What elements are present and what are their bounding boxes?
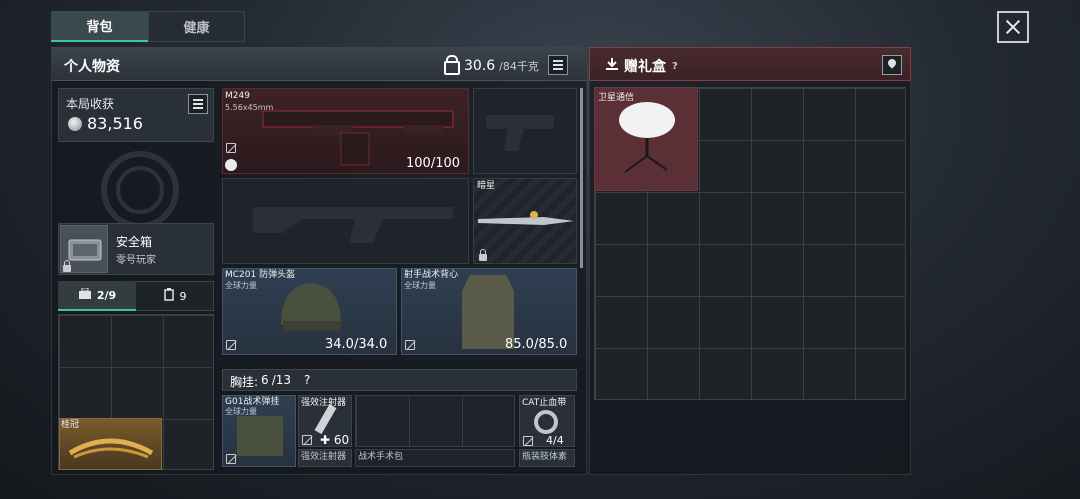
- helmet-durability: 34.0/34.0: [325, 337, 388, 352]
- safebox-sub: 零号玩家: [116, 255, 156, 266]
- tourniquet-sub: 瓶装肢体素: [522, 452, 568, 462]
- injector-count-display: ✚ 60: [320, 433, 350, 447]
- income-value: 83,516: [87, 114, 143, 133]
- rig-empty-slots[interactable]: [355, 395, 515, 447]
- laurel-label: 桂冠: [61, 420, 80, 430]
- scrollbar[interactable]: [580, 88, 583, 268]
- weight-current: 30.6: [464, 57, 496, 74]
- safebox-lock-icon: [63, 260, 71, 272]
- tab-backpack[interactable]: 背包: [51, 11, 148, 42]
- chest-rig-count: 6: [261, 373, 269, 387]
- injector-no-swap-icon: [302, 435, 312, 445]
- weight-icon: [444, 55, 460, 75]
- tourniquet-name: CAT止血带: [522, 398, 567, 408]
- vest-durability: 85.0/85.0: [505, 337, 568, 352]
- surgery-kit-label: 战术手术包: [358, 452, 404, 462]
- backpack-icon: [78, 287, 92, 303]
- injector-sub: 强效注射器: [301, 452, 347, 462]
- tab-rig[interactable]: 9: [136, 281, 214, 311]
- helmet-no-swap-icon: [226, 340, 236, 350]
- income-list-button[interactable]: [188, 94, 208, 114]
- pistol-placeholder-icon: [486, 115, 554, 151]
- melee-lock-icon: [479, 249, 487, 261]
- rifle-placeholder-icon: [253, 207, 453, 243]
- safebox-name: 安全箱: [116, 235, 153, 249]
- bag-count: 2/9: [96, 288, 117, 302]
- emblem-watermark: [101, 151, 179, 229]
- helmet-brand: 全球力量: [225, 281, 257, 290]
- primary-name: M249: [225, 91, 250, 101]
- tourniquet-no-swap-icon: [523, 436, 533, 446]
- help-icon[interactable]: ?: [304, 373, 310, 390]
- secondary-weapon-slot[interactable]: [222, 178, 469, 264]
- melee-name: 暗星: [477, 181, 496, 191]
- satellite-dish-icon: [619, 102, 675, 173]
- injector-count: 60: [333, 433, 350, 447]
- weight-max: /84千克: [499, 59, 539, 73]
- vest-no-swap-icon: [405, 340, 415, 350]
- satellite-label: 卫星通信: [598, 93, 635, 103]
- sort-list-button[interactable]: [548, 55, 568, 75]
- personal-title: 个人物资: [64, 59, 120, 75]
- rig-icon: [163, 288, 174, 304]
- download-icon: [606, 58, 618, 74]
- rig-item-brand: 全球力量: [225, 407, 257, 416]
- no-swap-icon: [226, 143, 236, 153]
- gift-help-icon[interactable]: ?: [672, 61, 678, 72]
- income-title: 本局收获: [66, 97, 115, 111]
- vest-brand: 全球力量: [404, 281, 436, 290]
- close-button[interactable]: [997, 11, 1029, 43]
- injector-name: 强效注射器: [301, 398, 347, 408]
- chest-rig-max: /13: [271, 373, 291, 387]
- tab-health[interactable]: 健康: [148, 11, 245, 42]
- chest-rig-capacity: 胸挂: 6/13 ?: [230, 373, 310, 390]
- weight-display: 30.6/84千克: [444, 55, 539, 75]
- gift-title-row: 赠礼盒 ?: [606, 56, 678, 76]
- gift-title: 赠礼盒: [624, 59, 666, 75]
- rig-no-swap-icon: [226, 454, 236, 464]
- clock-icon: [225, 159, 237, 171]
- helmet-name: MC201 防弹头盔: [225, 270, 296, 280]
- primary-durability: 100/100: [406, 156, 461, 171]
- vest-name: 射手战术背心: [404, 270, 459, 280]
- pistol-slot[interactable]: [473, 88, 577, 174]
- tab-bag[interactable]: 2/9: [58, 281, 136, 311]
- rig-count: 9: [179, 289, 187, 303]
- primary-caliber: 5.56x45mm: [225, 103, 274, 112]
- coin-icon: [68, 117, 82, 131]
- tourniquet-count: 4/4: [546, 434, 564, 447]
- chest-rig-label: 胸挂:: [230, 375, 259, 389]
- location-pin-button[interactable]: [882, 55, 902, 75]
